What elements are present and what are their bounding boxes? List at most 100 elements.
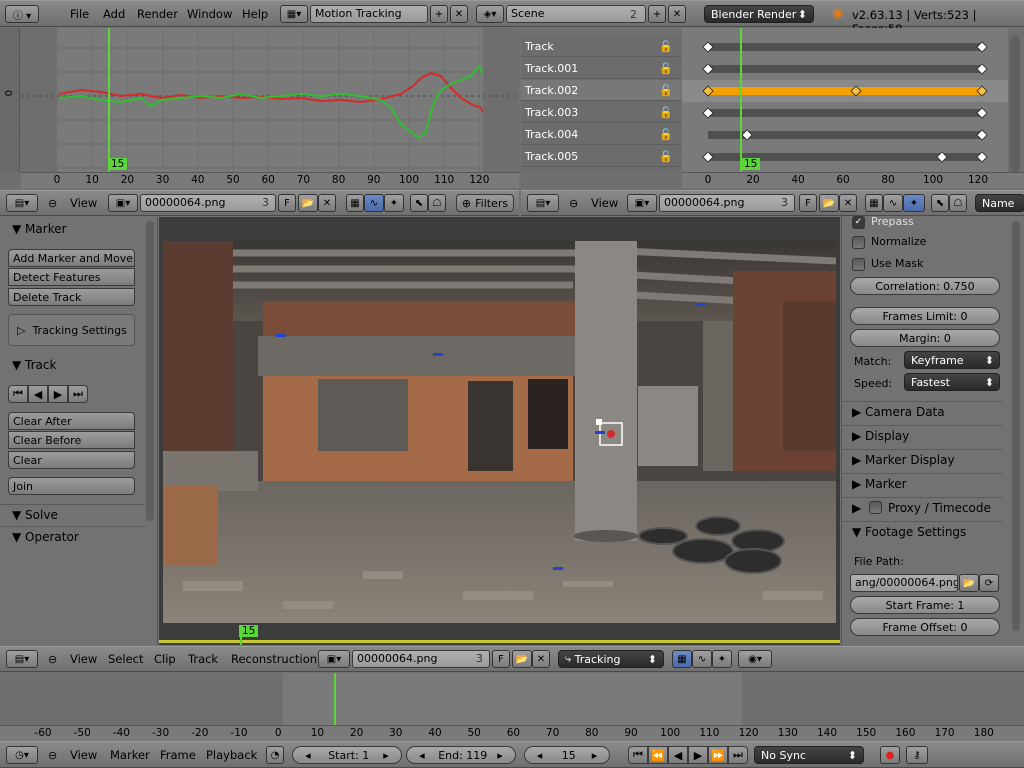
track-channel[interactable]: Track.003 🔓 [521, 102, 681, 123]
tool-shelf-scrollbar[interactable] [146, 221, 154, 521]
clip-viewport[interactable]: 15 [159, 217, 840, 645]
keying-set-icon[interactable]: ⚷ [906, 746, 928, 764]
clip-menu-view[interactable]: View [70, 647, 97, 671]
end-frame-input[interactable]: ◂ End: 119 ▸ [406, 746, 516, 764]
screen-layout-field[interactable]: Motion Tracking [310, 5, 428, 23]
open-folder-icon[interactable]: 📂 [298, 194, 318, 212]
footage-settings-panel[interactable]: ▼ Footage Settings [842, 521, 1002, 541]
track-channel[interactable]: Track.002 🔓 [521, 80, 681, 101]
clip-view-graph-icon[interactable]: ∿ [692, 650, 712, 668]
frame-offset-field[interactable]: Frame Offset: 0 [850, 618, 1000, 636]
camera-data-panel[interactable]: ▶ Camera Data [842, 401, 1002, 421]
file-path-field[interactable]: ang/00000064.png [850, 574, 958, 592]
track-back-frame-button[interactable]: ◀ [28, 385, 48, 403]
clip-view-clip-icon[interactable]: ▦ [672, 650, 692, 668]
lock-icon[interactable]: 🔓 [659, 62, 673, 75]
clip-browse-icon[interactable]: ▣▾ [108, 194, 138, 212]
marker-section-header[interactable]: ▼ Marker [0, 219, 67, 239]
screen-layout-icon[interactable]: ▦▾ [280, 5, 308, 23]
delete-screen-button[interactable]: ✕ [450, 5, 468, 23]
jump-end-button[interactable]: ⏭ [728, 746, 748, 764]
scene-icon[interactable]: ◈▾ [476, 5, 504, 23]
operator-section-header[interactable]: ▼ Operator [0, 526, 145, 546]
track-channel[interactable]: Track.001 🔓 [521, 58, 681, 79]
add-marker-button[interactable]: Add Marker and Move [8, 249, 135, 267]
clip-view-dopesheet-icon[interactable]: ✦ [712, 650, 732, 668]
unlink-clip-icon[interactable]: ✕ [318, 194, 336, 212]
graph-mode-error-icon[interactable]: ✦ [384, 194, 404, 212]
jump-keyframe-back-button[interactable]: ⏪ [648, 746, 668, 764]
clip-menu-select[interactable]: Select [108, 647, 143, 671]
track-forward-frame-button[interactable]: ▶ [48, 385, 68, 403]
dopesheet-mode-motion-icon[interactable]: ▦ [865, 194, 883, 212]
delete-scene-button[interactable]: ✕ [668, 5, 686, 23]
graph-mode-curve-icon[interactable]: ∿ [364, 194, 384, 212]
graph-area[interactable] [21, 28, 519, 172]
clear-button[interactable]: Clear [8, 451, 135, 469]
dopesheet-unlink-icon[interactable]: ✕ [839, 194, 857, 212]
play-reverse-button[interactable]: ◀ [668, 746, 688, 764]
dopesheet-select-icon[interactable]: ⬉ [931, 194, 949, 212]
info-editor-icon[interactable]: ⓘ ▾ [5, 5, 39, 23]
track-backwards-button[interactable]: ⏮ [8, 385, 28, 403]
correlation-field[interactable]: Correlation: 0.750 [850, 277, 1000, 295]
dopesheet-menu-view[interactable]: View [591, 191, 618, 215]
dopesheet-mode-curve-icon[interactable]: ∿ [883, 194, 903, 212]
track-channel[interactable]: Track.004 🔓 [521, 124, 681, 145]
graph-mode-motion-icon[interactable]: ▦ [346, 194, 364, 212]
select-tool-icon[interactable]: ⬉ [410, 194, 428, 212]
detect-features-button[interactable]: Detect Features [8, 268, 135, 286]
dopesheet-area[interactable] [682, 28, 1008, 172]
clear-before-button[interactable]: Clear Before [8, 431, 135, 449]
dopesheet-fake-user-button[interactable]: F [799, 194, 817, 212]
speed-select[interactable]: Fastest ⬍ [904, 373, 1000, 391]
menu-file[interactable]: File [70, 1, 89, 26]
render-engine-select[interactable]: Blender Render ⬍ [704, 5, 814, 23]
pivot-icon[interactable]: ◉▾ [738, 650, 772, 668]
menu-help[interactable]: Help [242, 1, 268, 26]
menu-add[interactable]: Add [103, 1, 125, 26]
preview-range-icon[interactable]: ◔ [266, 746, 284, 764]
tracking-settings-box[interactable]: ▷ Tracking Settings [8, 314, 135, 346]
menu-render[interactable]: Render [137, 1, 178, 26]
timeline-menu-playback[interactable]: Playback [206, 742, 257, 767]
add-screen-button[interactable]: + [430, 5, 448, 23]
timeline-collapse-icon[interactable]: ⊖ [48, 749, 57, 762]
display-panel[interactable]: ▶ Display [842, 425, 1002, 445]
clear-after-button[interactable]: Clear After [8, 412, 135, 430]
fake-user-button[interactable]: F [278, 194, 296, 212]
start-frame-field[interactable]: Start Frame: 1 [850, 596, 1000, 614]
scene-field[interactable]: Scene [506, 5, 646, 23]
solve-section-header[interactable]: ▼ Solve [0, 505, 58, 525]
dopesheet-collapse-icon[interactable]: ⊖ [569, 197, 578, 210]
record-button[interactable]: ● [880, 746, 900, 764]
proxy-timecode-panel[interactable]: ▶ Proxy / Timecode [842, 497, 1002, 517]
browse-file-icon[interactable]: 📂 [959, 574, 979, 592]
clip-mode-select[interactable]: ⤷ Tracking ⬍ [558, 650, 664, 668]
editor-type-icon[interactable]: ▤▾ [6, 194, 38, 212]
clip-open-folder-icon[interactable]: 📂 [512, 650, 532, 668]
match-select[interactable]: Keyframe ⬍ [904, 351, 1000, 369]
frames-limit-field[interactable]: Frames Limit: 0 [850, 307, 1000, 325]
play-button[interactable]: ▶ [688, 746, 708, 764]
join-button[interactable]: Join [8, 477, 135, 495]
clip-unlink-icon[interactable]: ✕ [532, 650, 550, 668]
clip-browse-icon-bottom[interactable]: ▣▾ [318, 650, 350, 668]
sort-select[interactable]: Name [975, 194, 1024, 212]
dopesheet-open-folder-icon[interactable]: 📂 [819, 194, 839, 212]
graph-menu-view[interactable]: View [70, 191, 97, 215]
properties-scrollbar[interactable] [1012, 221, 1020, 631]
marker-panel[interactable]: ▶ Marker [842, 473, 1002, 493]
normalize-checkbox[interactable]: Normalize [852, 235, 926, 249]
timeline[interactable]: -60 -50 -40 -30 -20 -10 0 10 20 30 40 50 60 70 80 90 100… [0, 673, 1024, 741]
reload-file-icon[interactable]: ⟳ [979, 574, 999, 592]
graph-clip-name[interactable]: 00000064.png 3 [140, 194, 276, 212]
ghost-icon[interactable]: ☖ [428, 194, 446, 212]
timeline-menu-marker[interactable]: Marker [110, 742, 150, 767]
current-frame-input[interactable]: ◂ 15 ▸ [524, 746, 610, 764]
clip-menu-reconstruction[interactable]: Reconstruction [231, 647, 317, 671]
dopesheet-mode-error-icon[interactable]: ✦ [903, 194, 925, 212]
dopesheet-editor[interactable]: Track 🔓 Track.001 🔓 Track.002 🔓 Track.003 🔓 Trac… [521, 28, 1024, 188]
add-scene-button[interactable]: + [648, 5, 666, 23]
clip-editor-type-icon[interactable]: ▤▾ [6, 650, 38, 668]
